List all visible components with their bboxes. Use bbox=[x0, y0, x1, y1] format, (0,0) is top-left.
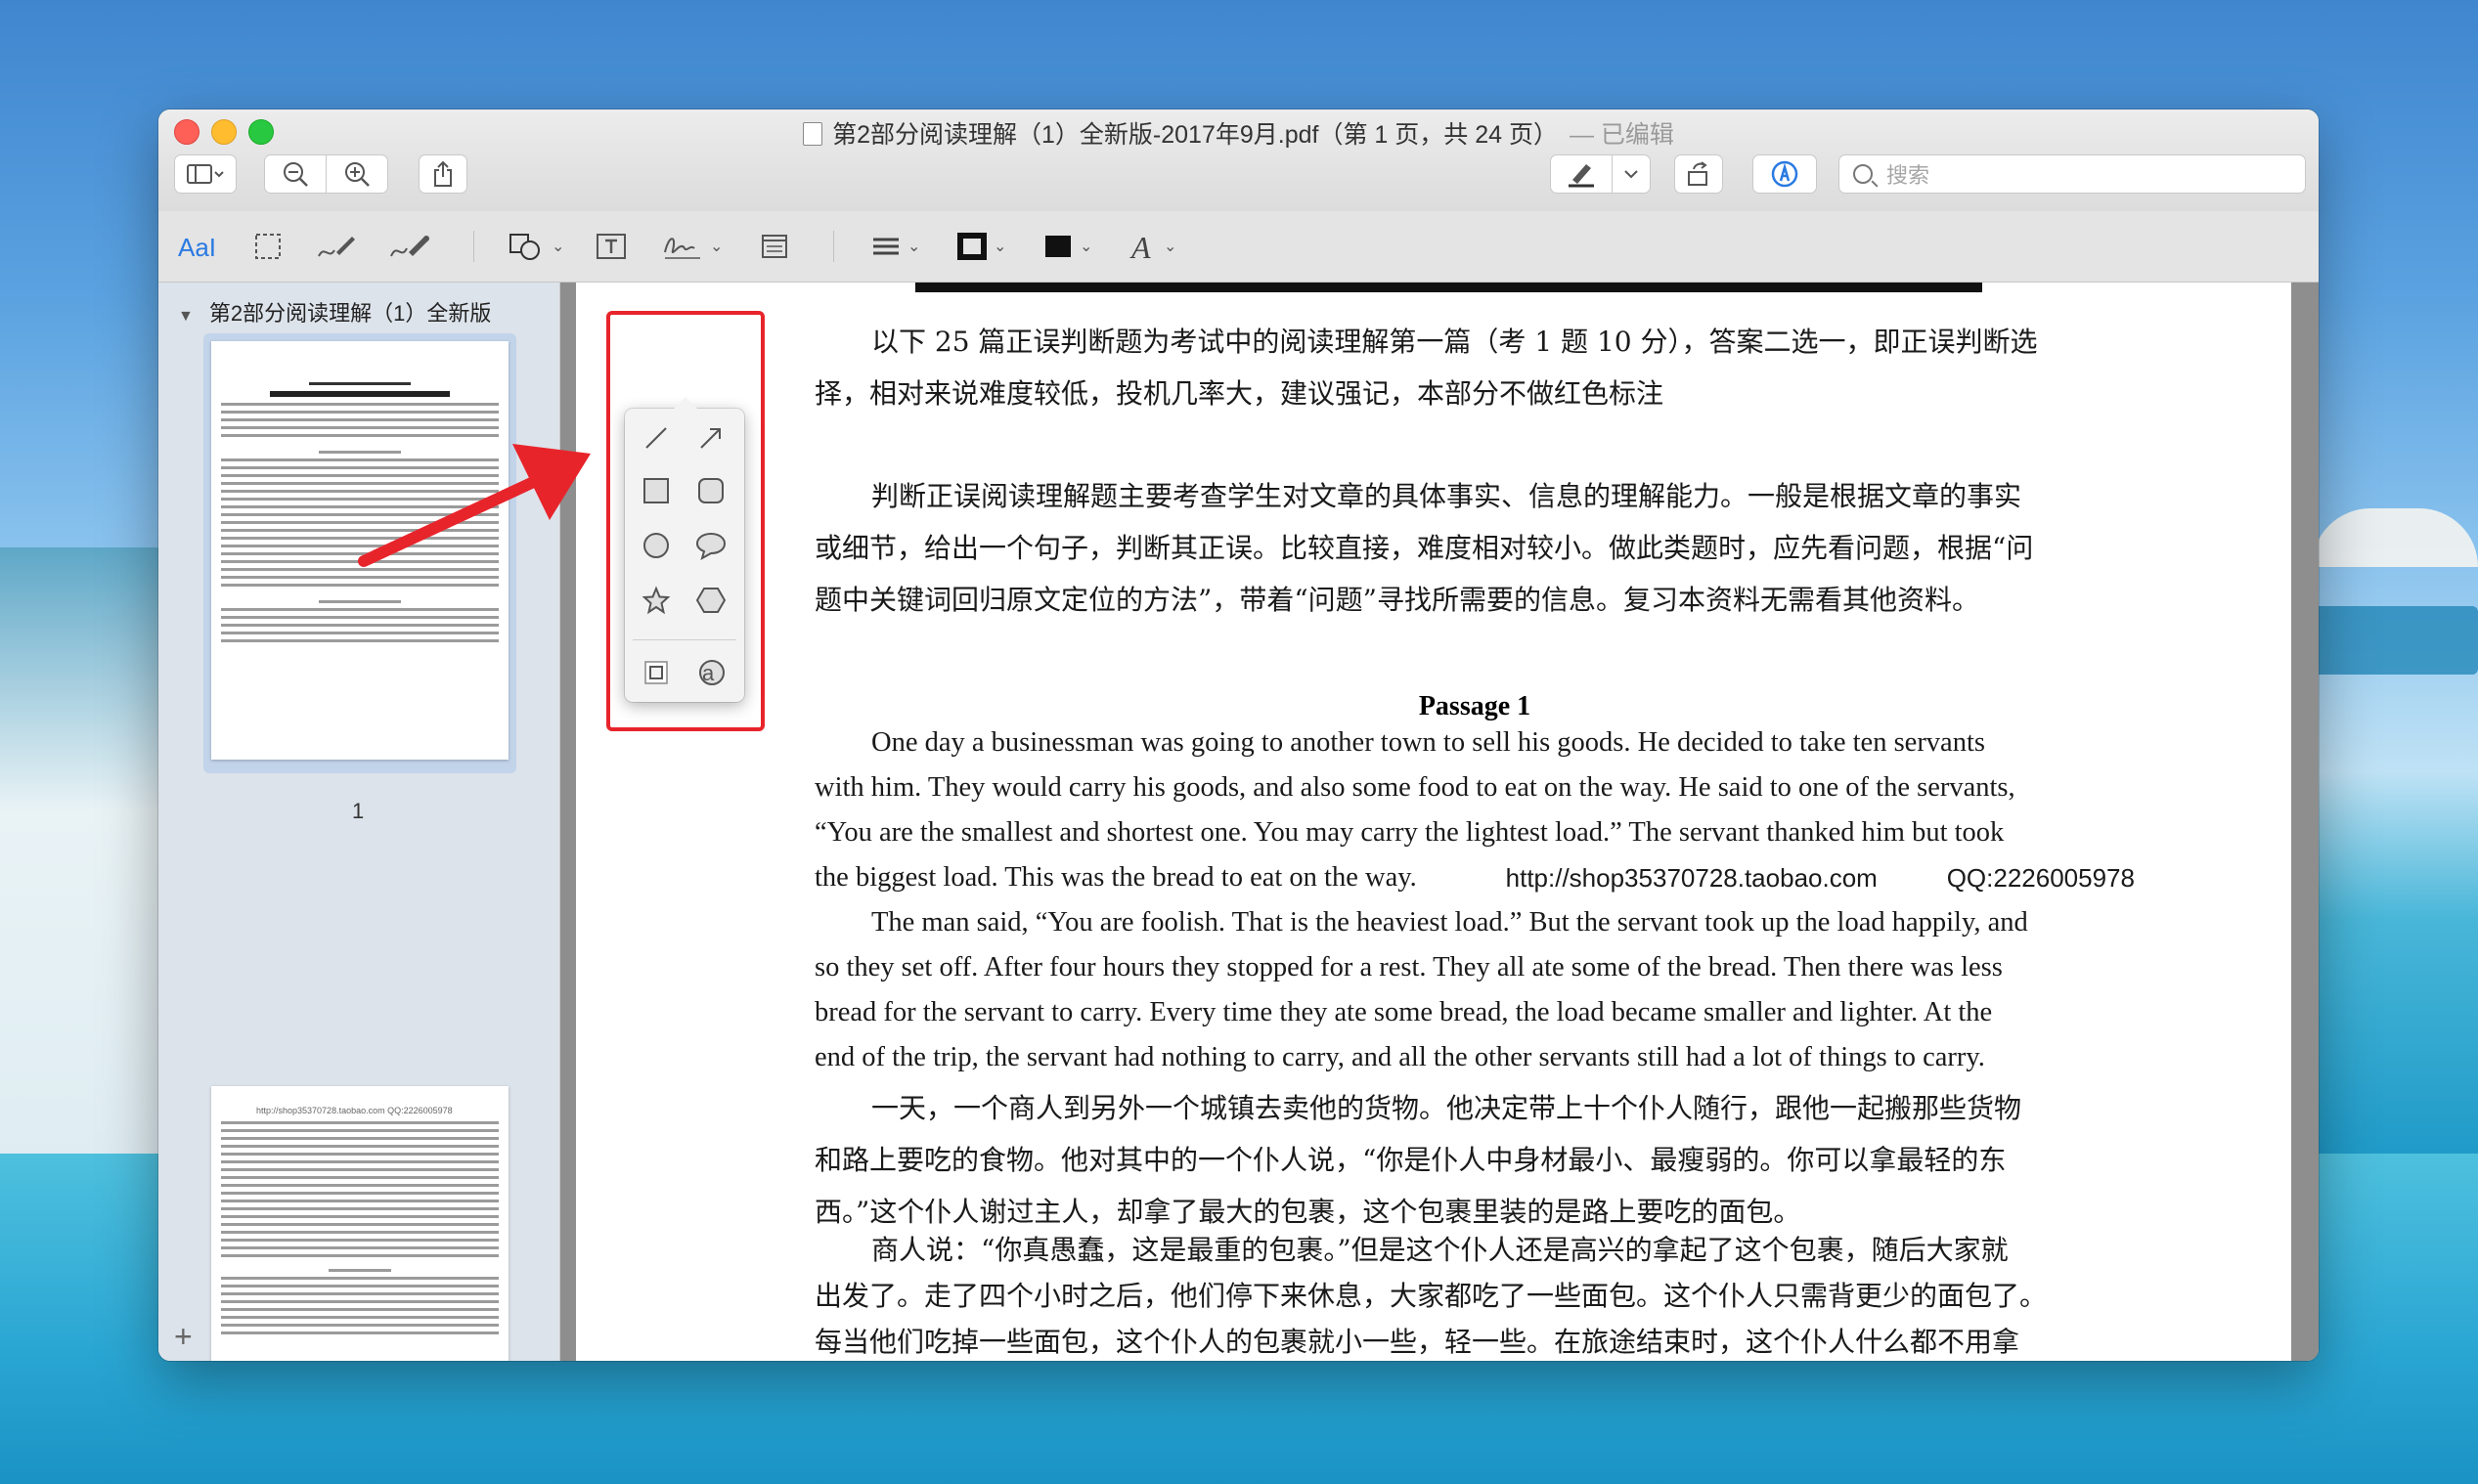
window-title-text: 第2部分阅读理解（1）全新版-2017年9月.pdf（第 1 页，共 24 页） bbox=[832, 121, 1558, 149]
share-icon bbox=[434, 160, 452, 187]
rotate-button[interactable] bbox=[1674, 154, 1723, 194]
toolbar-separator bbox=[473, 231, 474, 262]
page-thumbnail-2[interactable]: http://shop35370728.taobao.com QQ:222600… bbox=[211, 1086, 509, 1361]
chevron-down-icon: ⌄ bbox=[1080, 239, 1093, 255]
intro-paragraph: 以下 25 篇正误判断题为考试中的阅读理解第一篇（考 1 题 10 分），答案二… bbox=[815, 326, 2038, 410]
shapes-icon bbox=[509, 234, 540, 260]
note-icon bbox=[762, 235, 787, 258]
sketch-tool[interactable] bbox=[315, 227, 358, 266]
rectangular-selection-icon bbox=[255, 234, 281, 259]
note-tool[interactable] bbox=[759, 227, 790, 266]
edited-status: — 已编辑 bbox=[1569, 121, 1674, 149]
thumbnail-2-header: http://shop35370728.taobao.com QQ:222600… bbox=[256, 1106, 453, 1115]
text-selection-icon: AaI bbox=[178, 233, 216, 262]
english-paragraph-1: One day a businessman was going to anoth… bbox=[815, 720, 2135, 900]
text-box-tool[interactable] bbox=[595, 227, 628, 266]
disclosure-triangle-icon: ▼ bbox=[178, 308, 194, 325]
signature-tool[interactable]: ⌄ bbox=[661, 227, 723, 266]
zoom-out-button[interactable] bbox=[264, 154, 327, 194]
sidebar-document-header[interactable]: ▼ 第2部分阅读理解（1）全新版 bbox=[178, 296, 491, 327]
markup-pen-circle-icon bbox=[1771, 160, 1798, 188]
add-page-icon[interactable]: + bbox=[174, 1319, 193, 1355]
svg-text:AaI: AaI bbox=[178, 233, 216, 262]
chevron-down-icon: ⌄ bbox=[710, 239, 724, 255]
sidebar-document-name: 第2部分阅读理解（1）全新版 bbox=[208, 301, 492, 326]
search-field[interactable]: 搜索 bbox=[1838, 154, 2306, 194]
line-style-icon bbox=[873, 238, 899, 255]
draw-icon bbox=[390, 236, 429, 257]
pdf-document-icon bbox=[803, 122, 823, 146]
shape-style-tool[interactable]: ⌄ bbox=[870, 227, 920, 266]
shop-url: http://shop35370728.taobao.com bbox=[1505, 863, 1878, 893]
highlight-options-button[interactable] bbox=[1612, 154, 1651, 194]
shapes-tool[interactable]: ⌄ bbox=[507, 227, 564, 266]
method-paragraph: 判断正误阅读理解题主要考查学生对文章的具体事实、信息的理解能力。一般是根据文章的… bbox=[815, 480, 2034, 616]
titlebar: 第2部分阅读理解（1）全新版-2017年9月.pdf（第 1 页，共 24 页）… bbox=[158, 109, 2319, 212]
chevron-down-icon: ⌄ bbox=[552, 239, 565, 255]
search-icon bbox=[1853, 164, 1873, 184]
text-box-icon bbox=[597, 234, 626, 259]
fill-color-tool[interactable]: ⌄ bbox=[1042, 227, 1092, 266]
draw-tool[interactable] bbox=[387, 227, 432, 266]
rectangular-selection-tool[interactable] bbox=[252, 227, 284, 266]
highlight-button[interactable] bbox=[1550, 154, 1613, 194]
chevron-down-icon: ⌄ bbox=[1164, 239, 1177, 255]
chevron-down-icon: ⌄ bbox=[907, 239, 921, 255]
red-arrow-annotation bbox=[358, 444, 591, 567]
window-title: 第2部分阅读理解（1）全新版-2017年9月.pdf（第 1 页，共 24 页）… bbox=[158, 115, 2319, 151]
text-style-icon: A bbox=[1129, 231, 1151, 262]
sidebar-icon bbox=[187, 164, 224, 184]
preview-window: 第2部分阅读理解（1）全新版-2017年9月.pdf（第 1 页，共 24 页）… bbox=[158, 109, 2319, 1361]
highlighter-icon bbox=[1569, 164, 1594, 188]
fill-color-icon bbox=[1045, 236, 1071, 257]
markup-toolbar: AaI ⌄ ⌄ ⌄ ⌄ ⌄ A ⌄ bbox=[158, 211, 2319, 283]
text-selection-tool[interactable]: AaI bbox=[176, 227, 223, 266]
rotate-icon bbox=[1688, 161, 1707, 186]
border-color-tool[interactable]: ⌄ bbox=[956, 227, 1006, 266]
text-style-tool[interactable]: A ⌄ bbox=[1128, 227, 1176, 266]
desktop-wallpaper-umbrella bbox=[2312, 508, 2478, 567]
search-placeholder: 搜索 bbox=[1886, 163, 1930, 188]
qq-number: QQ:2226005978 bbox=[1946, 863, 2135, 893]
passage-title: Passage 1 bbox=[1418, 691, 1531, 721]
signature-icon bbox=[664, 238, 700, 259]
desktop-wallpaper-lounger bbox=[2312, 606, 2478, 675]
chevron-down-icon: ⌄ bbox=[994, 239, 1007, 255]
toolbar-separator bbox=[833, 231, 834, 262]
svg-text:A: A bbox=[1129, 231, 1151, 262]
border-color-icon bbox=[957, 233, 987, 260]
sidebar-view-button[interactable] bbox=[174, 154, 237, 194]
english-paragraph-2: The man said, “You are foolish. That is … bbox=[815, 907, 2028, 1072]
chinese-paragraph-2: 商人说：“你真愚蠢，这是最重的包裹。”但是这个仆人还是高兴的拿起了这个包裹，随后… bbox=[815, 1234, 2048, 1358]
chinese-paragraph-1: 一天，一个商人到另外一个城镇去卖他的货物。他决定带上十个仆人随行，跟他一起搬那些… bbox=[815, 1092, 2022, 1228]
pdf-page: 以下 25 篇正误判断题为考试中的阅读理解第一篇（考 1 题 10 分），答案二… bbox=[576, 283, 2291, 1361]
markup-toolbar-button[interactable] bbox=[1752, 154, 1817, 194]
zoom-in-icon bbox=[345, 162, 370, 187]
share-button[interactable] bbox=[419, 154, 467, 194]
thumbnail-page-number: 1 bbox=[352, 799, 365, 823]
sketch-icon bbox=[318, 237, 355, 257]
page-top-rule bbox=[915, 283, 1982, 292]
chevron-down-icon bbox=[1624, 170, 1638, 179]
zoom-in-button[interactable] bbox=[326, 154, 388, 194]
zoom-out-icon bbox=[284, 162, 308, 187]
document-viewer[interactable]: 以下 25 篇正误判断题为考试中的阅读理解第一篇（考 1 题 10 分），答案二… bbox=[560, 283, 2319, 1361]
